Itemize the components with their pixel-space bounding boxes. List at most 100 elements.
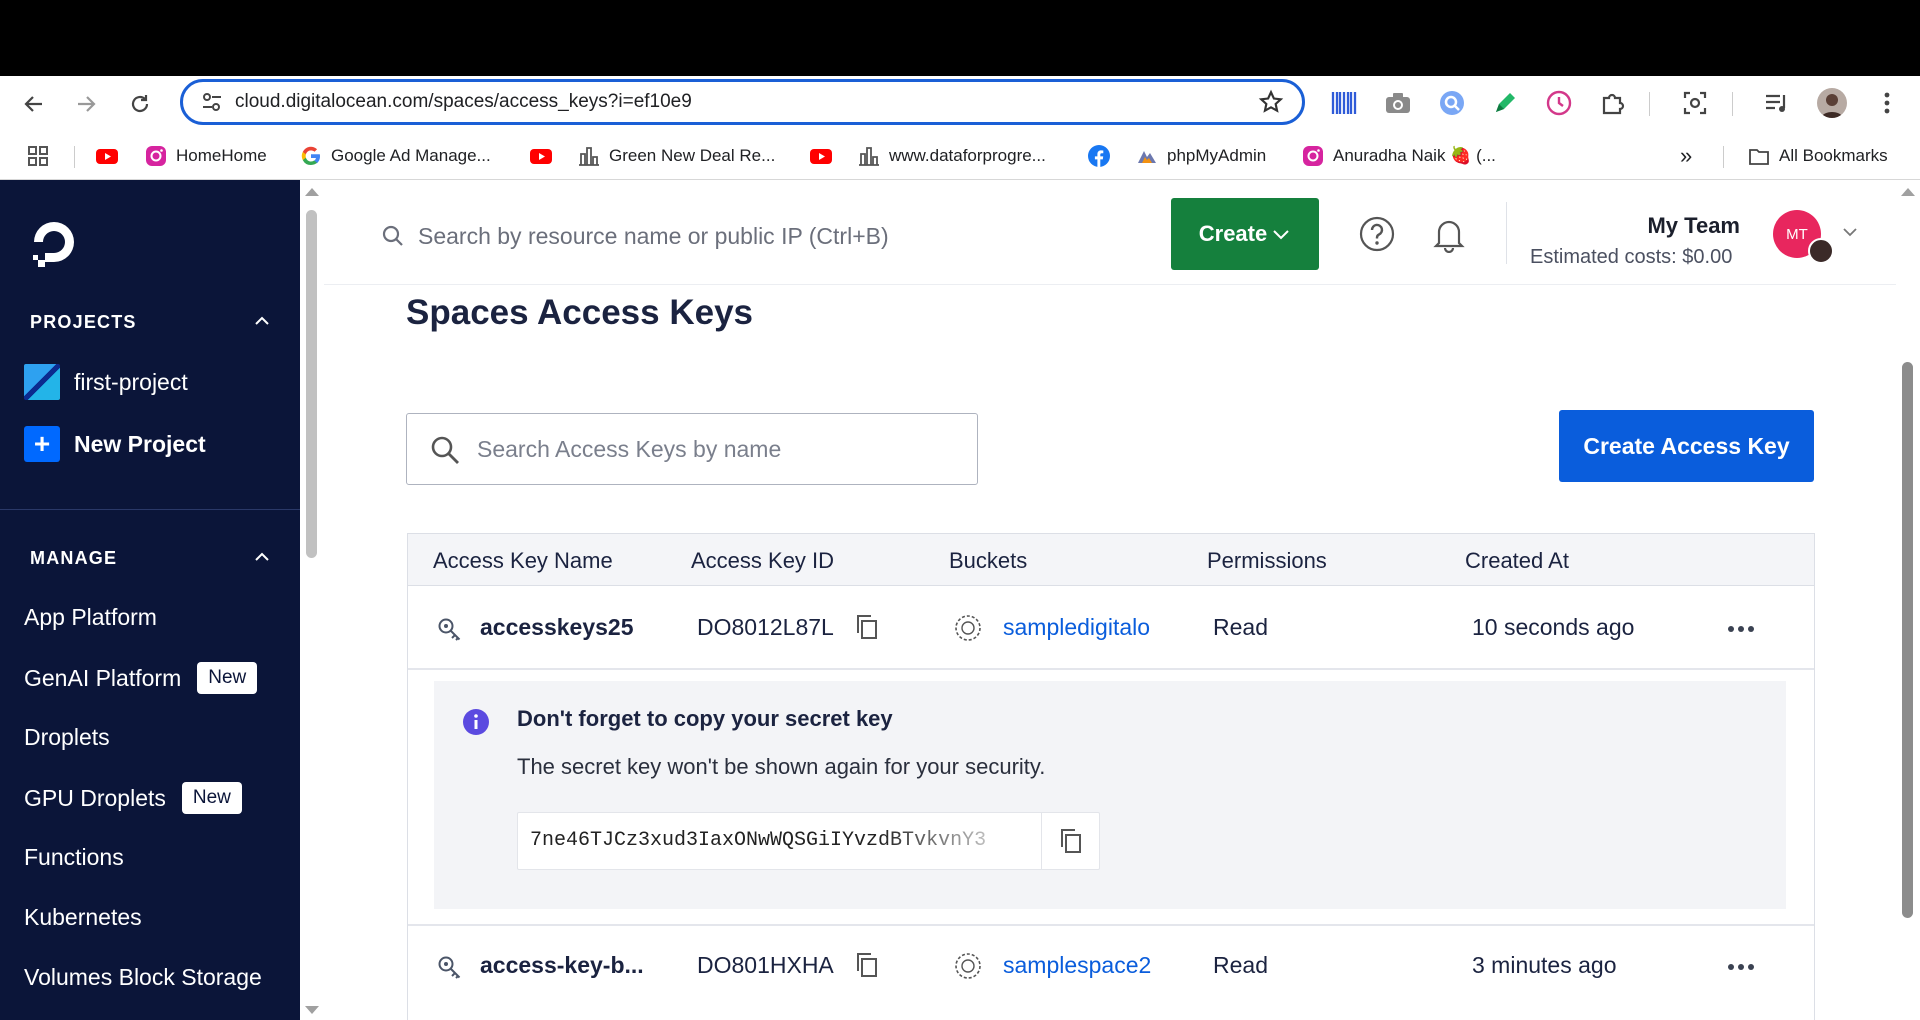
sidebar-scrollbar[interactable]: [300, 180, 324, 1020]
secret-key-value[interactable]: 7ne46TJCz3xud3IaxONwWQSGiIYvzdBTvkvnY3: [530, 829, 1030, 852]
help-icon[interactable]: [1358, 215, 1396, 253]
access-key-name[interactable]: accesskeys25: [480, 614, 634, 641]
notifications-bell-icon[interactable]: [1430, 215, 1468, 253]
bucket-link[interactable]: sampledigitalo: [1003, 614, 1155, 641]
sidebar-item-app-platform[interactable]: App Platform: [24, 604, 157, 631]
copy-secret-button[interactable]: [1041, 813, 1100, 869]
create-button[interactable]: Create: [1171, 198, 1319, 270]
arrow-left-icon: [24, 96, 42, 112]
chevron-down-icon: [1273, 230, 1289, 240]
chevron-up-icon[interactable]: [252, 311, 272, 331]
scroll-up-arrow-icon[interactable]: [1901, 188, 1915, 196]
access-keys-search-box[interactable]: [406, 413, 978, 485]
chevron-up-icon[interactable]: [252, 547, 272, 567]
new-project-label: New Project: [74, 430, 206, 457]
youtube-icon: [810, 149, 832, 164]
project-icon: [24, 364, 60, 400]
new-project-button[interactable]: + New Project: [24, 426, 206, 462]
bookmark-label: HomeHome: [176, 146, 267, 165]
more-options-icon[interactable]: [1726, 962, 1756, 972]
sidebar-item-droplets[interactable]: Droplets: [24, 724, 110, 751]
all-bookmarks-button[interactable]: All Bookmarks: [1748, 142, 1888, 170]
bookmark-phpmyadmin[interactable]: phpMyAdmin: [1136, 142, 1266, 170]
access-keys-search-input[interactable]: [477, 428, 957, 470]
sidebar-item-label: Volumes Block Storage: [24, 964, 262, 990]
bookmark-star-icon[interactable]: [1258, 89, 1284, 115]
column-header-key-id[interactable]: Access Key ID: [691, 548, 834, 574]
column-header-created-at[interactable]: Created At: [1465, 548, 1569, 574]
bookmark-google-ad-manager[interactable]: Google Ad Manage...: [300, 142, 491, 170]
chevron-down-icon[interactable]: [1842, 224, 1858, 240]
bucket-link[interactable]: samplespace2: [1003, 952, 1163, 979]
row-divider: [408, 668, 1814, 670]
team-name[interactable]: My Team: [1580, 213, 1740, 239]
permission-value: Read: [1213, 952, 1268, 978]
facebook-icon: [1088, 145, 1110, 167]
extension-camera-icon[interactable]: [1383, 88, 1413, 118]
extensions-puzzle-icon[interactable]: [1597, 88, 1627, 118]
scroll-up-arrow-icon[interactable]: [305, 188, 319, 196]
bookmark-anuradha-naik[interactable]: Anuradha Naik 🍓 (...: [1302, 142, 1496, 170]
sidebar-item-first-project[interactable]: first-project: [24, 364, 188, 400]
copy-icon[interactable]: [855, 952, 879, 978]
screenshot-capture-icon[interactable]: [1680, 88, 1710, 118]
url-text[interactable]: cloud.digitalocean.com/spaces/access_key…: [235, 91, 692, 113]
sidebar-item-volumes-block-storage[interactable]: Volumes Block Storage: [24, 964, 262, 991]
sidebar-item-gpu-droplets[interactable]: GPU Droplets New: [24, 782, 242, 814]
secret-key-notice: Don't forget to copy your secret key The…: [434, 681, 1786, 909]
copy-icon[interactable]: [855, 614, 879, 640]
sidebar-item-functions[interactable]: Functions: [24, 844, 124, 871]
bookmark-homehome[interactable]: HomeHome: [145, 142, 267, 170]
bookmark-dataforprogress[interactable]: www.dataforprogre...: [858, 142, 1046, 170]
sidebar-scrollbar-thumb[interactable]: [306, 210, 317, 558]
address-bar[interactable]: cloud.digitalocean.com/spaces/access_key…: [180, 79, 1305, 125]
folder-icon: [1749, 149, 1769, 165]
access-key-name[interactable]: access-key-b...: [480, 952, 644, 979]
browser-window: cloud.digitalocean.com/spaces/access_key…: [0, 0, 1920, 1020]
bookmark-youtube-2[interactable]: [530, 142, 561, 170]
page-scrollbar[interactable]: [1896, 180, 1920, 1020]
bookmark-label: www.dataforprogre...: [889, 146, 1046, 165]
apps-bookmark[interactable]: [27, 142, 58, 170]
extension-pen-icon[interactable]: [1490, 88, 1520, 118]
create-button-label: Create: [1198, 221, 1268, 246]
table-row: access-key-b... DO801HXHA samplespace2 R…: [408, 926, 1814, 1008]
extension-barcode-icon[interactable]: [1330, 88, 1360, 118]
info-icon: [463, 709, 489, 735]
sidebar-item-kubernetes[interactable]: Kubernetes: [24, 904, 142, 931]
bookmark-facebook[interactable]: [1088, 142, 1119, 170]
more-bookmarks-button[interactable]: »: [1680, 142, 1692, 170]
bar-chart-icon: [859, 147, 879, 166]
column-header-name[interactable]: Access Key Name: [433, 548, 613, 574]
projects-heading: PROJECTS: [30, 312, 137, 332]
more-options-icon[interactable]: [1726, 624, 1756, 634]
create-access-key-button[interactable]: Create Access Key: [1559, 410, 1814, 482]
forward-button[interactable]: [68, 86, 104, 122]
extension-lens-icon[interactable]: [1437, 88, 1467, 118]
global-search-input[interactable]: [418, 214, 1118, 258]
digitalocean-logo-icon[interactable]: [28, 216, 80, 268]
user-avatar[interactable]: [1808, 238, 1834, 264]
column-header-permissions[interactable]: Permissions: [1207, 548, 1327, 574]
secret-key-field[interactable]: 7ne46TJCz3xud3IaxONwWQSGiIYvzdBTvkvnY3: [517, 812, 1100, 870]
bookmark-youtube-3[interactable]: [810, 142, 841, 170]
toolbar-divider: [1732, 92, 1733, 116]
column-header-buckets[interactable]: Buckets: [949, 548, 1027, 574]
more-bookmarks-label: »: [1680, 143, 1693, 168]
bookmark-green-new-deal[interactable]: Green New Deal Re...: [578, 142, 775, 170]
project-name-label: first-project: [74, 368, 188, 395]
reload-button[interactable]: [122, 86, 158, 122]
media-queue-icon[interactable]: [1762, 88, 1792, 118]
extension-clock-icon[interactable]: [1544, 88, 1574, 118]
sidebar-item-genai-platform[interactable]: GenAI Platform New: [24, 662, 258, 694]
created-at-value: 10 seconds ago: [1472, 614, 1635, 640]
site-settings-icon[interactable]: [201, 91, 223, 113]
profile-avatar-icon[interactable]: [1817, 88, 1847, 118]
bookmark-label: Google Ad Manage...: [331, 146, 491, 165]
back-button[interactable]: [16, 86, 52, 122]
browser-menu-icon[interactable]: [1872, 88, 1902, 118]
bookmark-youtube-1[interactable]: [96, 142, 127, 170]
page-scrollbar-thumb[interactable]: [1902, 362, 1913, 918]
toolbar-divider: [1649, 92, 1650, 116]
scroll-down-arrow-icon[interactable]: [305, 1006, 319, 1014]
